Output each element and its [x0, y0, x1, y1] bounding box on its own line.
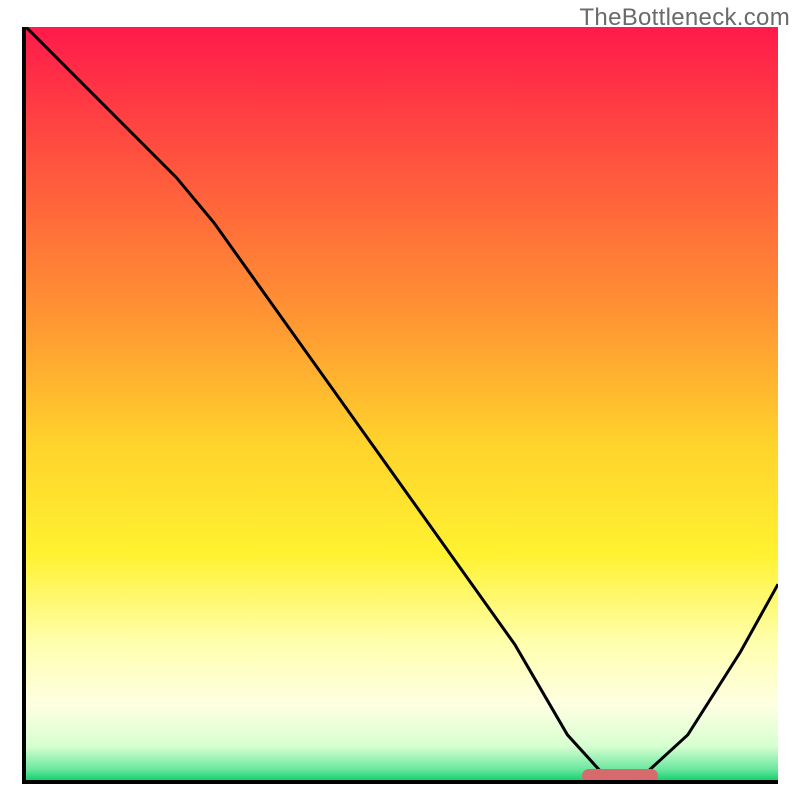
- chart-line-layer: [26, 27, 778, 780]
- chart-container: TheBottleneck.com: [0, 0, 800, 800]
- bottleneck-curve: [26, 27, 778, 776]
- optimal-range-marker: [582, 769, 657, 783]
- watermark-text: TheBottleneck.com: [579, 4, 790, 32]
